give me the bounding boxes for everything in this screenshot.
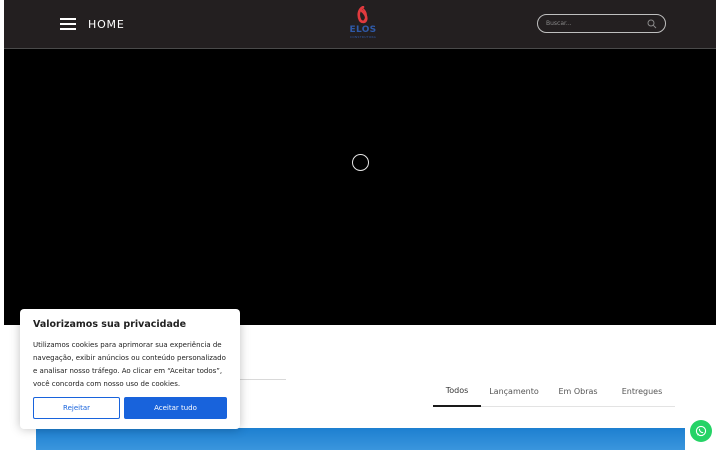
search-icon[interactable] — [647, 19, 657, 29]
logo-subtext: CONSTRUTORA — [349, 35, 377, 39]
whatsapp-button[interactable] — [690, 420, 712, 442]
site-header: HOME ELOS CONSTRUTORA — [4, 0, 716, 49]
cookie-consent-dialog: Valorizamos sua privacidade Utilizamos c… — [20, 309, 240, 429]
reject-cookies-button[interactable]: Rejeitar — [33, 397, 120, 419]
tab-em-obras[interactable]: Em Obras — [547, 376, 609, 406]
menu-label: HOME — [88, 17, 125, 31]
hero-video[interactable] — [4, 49, 716, 325]
logo-text: ELOS — [349, 25, 377, 35]
tab-todos[interactable]: Todos — [433, 376, 481, 407]
search-input[interactable] — [546, 20, 647, 27]
filter-tabs: Todos Lançamento Em Obras Entregues — [433, 376, 675, 407]
cookie-actions: Rejeitar Aceitar tudo — [33, 397, 227, 419]
search-box — [537, 14, 666, 33]
whatsapp-icon — [695, 425, 707, 437]
section-divider — [240, 379, 286, 380]
brand-logo[interactable]: ELOS CONSTRUTORA — [344, 6, 382, 44]
cookie-description: Utilizamos cookies para aprimorar sua ex… — [33, 341, 226, 388]
tab-lancamento[interactable]: Lançamento — [481, 376, 547, 406]
property-banner-image[interactable] — [36, 428, 685, 450]
loading-spinner — [352, 154, 369, 171]
accept-all-cookies-button[interactable]: Aceitar tudo — [124, 397, 227, 419]
hamburger-icon[interactable] — [60, 18, 76, 30]
cookie-title: Valorizamos sua privacidade — [33, 319, 187, 330]
logo-mark-icon — [357, 6, 368, 24]
page: HOME ELOS CONSTRUTORA Todos Lançamento E… — [0, 0, 720, 450]
menu-button[interactable]: HOME — [60, 14, 125, 34]
tab-entregues[interactable]: Entregues — [609, 376, 675, 406]
